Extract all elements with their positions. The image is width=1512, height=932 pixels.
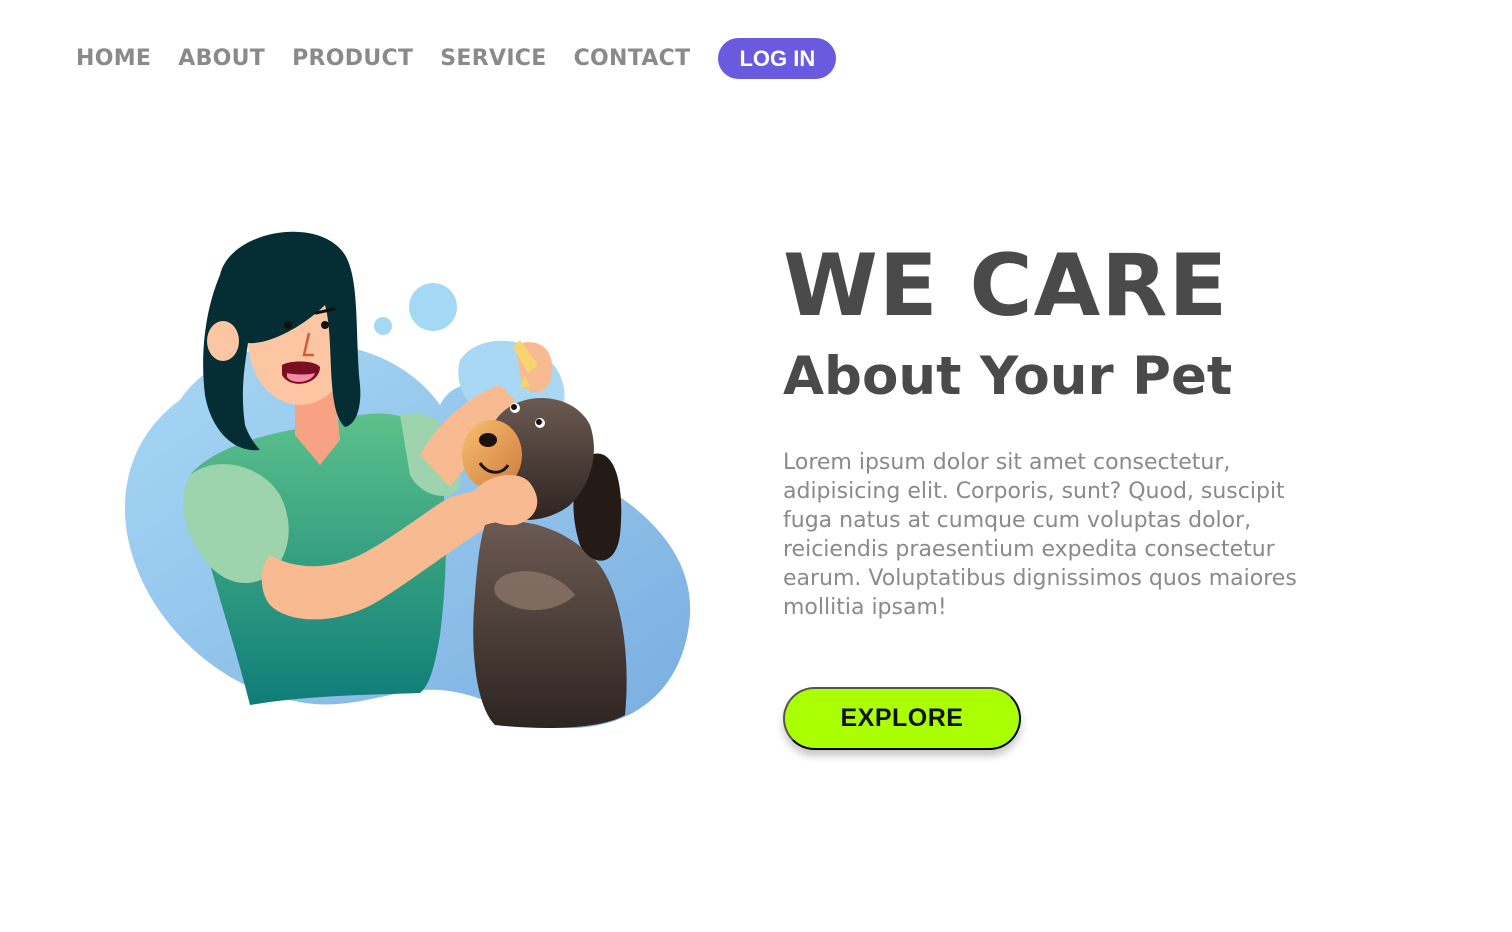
hero-subtitle: About Your Pet [783, 346, 1233, 407]
nav-item-about[interactable]: ABOUT [178, 46, 265, 71]
hero-description: Lorem ipsum dolor sit amet consectetur, … [783, 450, 1297, 620]
woman-ear [207, 321, 239, 361]
explore-button[interactable]: EXPLORE [783, 687, 1021, 750]
hero-section: WE CARE About Your Pet Lorem ipsum dolor… [783, 238, 1343, 622]
nav-item-service[interactable]: SERVICE [440, 46, 546, 71]
dog-eye-right-pupil [536, 419, 542, 425]
hero-illustration [120, 225, 700, 735]
bubble-large [409, 283, 457, 331]
dog-nose [479, 433, 497, 447]
dog-eye-left-pupil [511, 404, 517, 410]
main-nav: HOME ABOUT PRODUCT SERVICE CONTACT LOG I… [76, 38, 837, 79]
bubble-small [374, 317, 392, 335]
vet-with-dog-illustration [124, 231, 691, 729]
woman-eye-right [321, 321, 329, 329]
woman-eye-left [284, 321, 292, 329]
hero-title: WE CARE [783, 236, 1229, 336]
nav-item-product[interactable]: PRODUCT [292, 46, 413, 71]
nav-item-home[interactable]: HOME [76, 46, 151, 71]
login-button[interactable]: LOG IN [718, 38, 837, 79]
nav-item-contact[interactable]: CONTACT [574, 46, 691, 71]
